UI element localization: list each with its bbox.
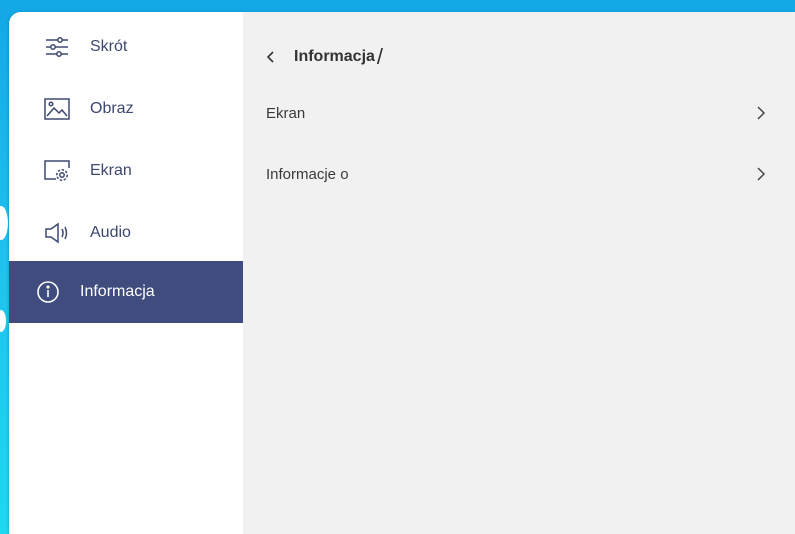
sidebar-item-ekran[interactable]: Ekran [9,140,243,202]
sidebar-item-audio[interactable]: Audio [9,202,243,264]
sidebar-item-label: Obraz [90,100,134,117]
chevron-right-icon [753,104,769,122]
menu-row-ekran[interactable]: Ekran [266,88,769,138]
sidebar-item-informacja[interactable]: Informacja [9,261,243,323]
menu-row-label: Informacje o [266,165,349,183]
content-area: Informacja / Ekran Informacje o [243,12,795,534]
speaker-icon [44,220,70,246]
sidebar-item-label: Informacja [80,283,155,300]
sidebar-item-label: Audio [90,224,131,241]
breadcrumb-separator: / [376,44,384,69]
menu-row-label: Ekran [266,104,306,122]
desktop-edge-shape [0,206,8,240]
chevron-right-icon [753,165,769,183]
settings-panel: Skrót Obraz Ekran Audio Informacja Infor… [9,12,795,534]
back-chevron-icon[interactable] [261,47,281,67]
sidebar-item-skrot[interactable]: Skrót [9,16,243,78]
sidebar: Skrót Obraz Ekran Audio Informacja [9,12,243,534]
sliders-icon [44,34,70,60]
info-icon [35,279,61,305]
sidebar-item-obraz[interactable]: Obraz [9,78,243,140]
sidebar-item-label: Ekran [90,162,132,179]
desktop-edge-shape [0,310,6,332]
menu-row-informacje-o[interactable]: Informacje o [266,149,769,199]
page-title: Informacja [294,48,375,65]
sidebar-item-label: Skrót [90,38,128,55]
breadcrumb: Informacja / [261,42,383,72]
screen-settings-icon [44,158,70,184]
image-icon [44,96,70,122]
